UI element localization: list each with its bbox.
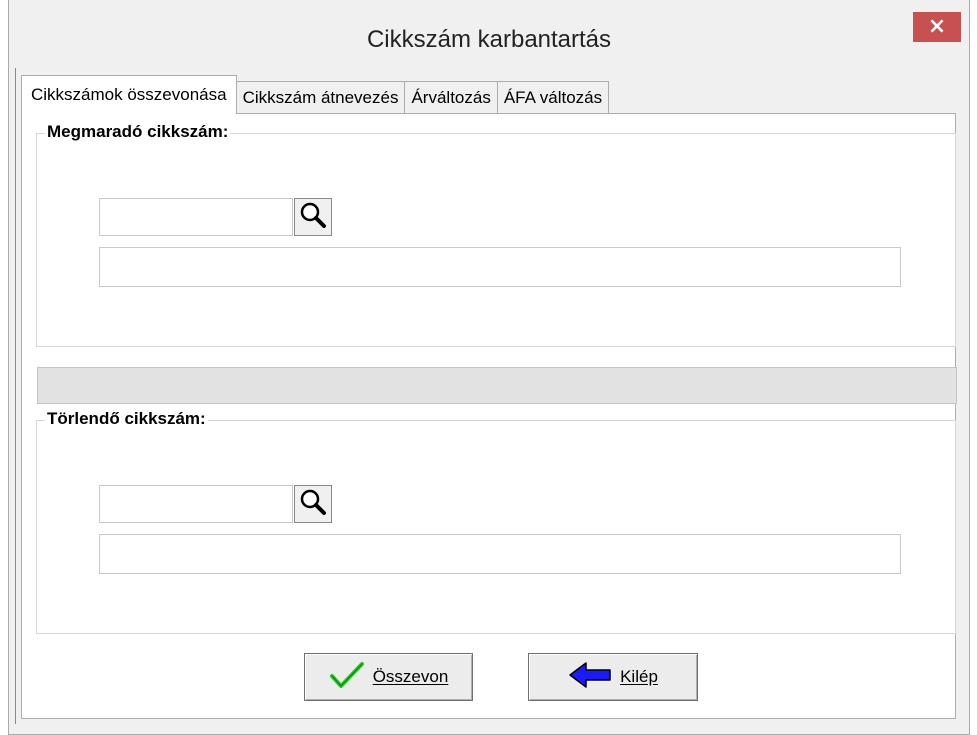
tab-rename[interactable]: Cikkszám átnevezés	[235, 81, 406, 114]
exit-button[interactable]: Kilép	[528, 653, 698, 701]
keep-code-group: Megmaradó cikkszám:	[36, 122, 956, 347]
tab-price-change[interactable]: Árváltozás	[404, 81, 498, 114]
left-arrow-icon	[568, 661, 612, 694]
progress-bar	[37, 367, 957, 404]
magnifier-icon	[299, 488, 327, 521]
delete-code-group: Törlendő cikkszám:	[36, 409, 956, 634]
checkmark-icon	[329, 660, 365, 695]
tab-merge[interactable]: Cikkszámok összevonása	[21, 75, 237, 114]
tab-panel-merge: Megmaradó cikkszám: Törlendő cikkszám:	[21, 113, 957, 719]
close-button[interactable]: ×	[913, 12, 961, 42]
delete-description-field[interactable]	[99, 534, 901, 574]
delete-code-input[interactable]	[99, 485, 293, 523]
keep-code-search-button[interactable]	[294, 198, 332, 236]
client-area: Cikkszámok összevonása Cikkszám átnevezé…	[15, 68, 963, 724]
delete-code-search-button[interactable]	[294, 485, 332, 523]
title-bar: Cikkszám karbantartás ×	[9, 0, 969, 68]
keep-code-legend: Megmaradó cikkszám:	[45, 122, 231, 142]
exit-button-label: Kilép	[620, 667, 658, 686]
dialog-window: Cikkszám karbantartás × Cikkszámok össze…	[8, 0, 970, 735]
keep-description-field[interactable]	[99, 247, 901, 287]
tab-strip: Cikkszámok összevonása Cikkszám átnevezé…	[21, 74, 610, 114]
magnifier-icon	[299, 201, 327, 234]
merge-button-label: Összevon	[372, 667, 449, 686]
delete-code-legend: Törlendő cikkszám:	[45, 409, 208, 429]
merge-button[interactable]: Összevon	[304, 653, 473, 701]
window-title: Cikkszám karbantartás	[366, 26, 612, 53]
tab-vat-change[interactable]: ÁFA változás	[496, 81, 610, 114]
keep-code-input[interactable]	[99, 198, 293, 236]
